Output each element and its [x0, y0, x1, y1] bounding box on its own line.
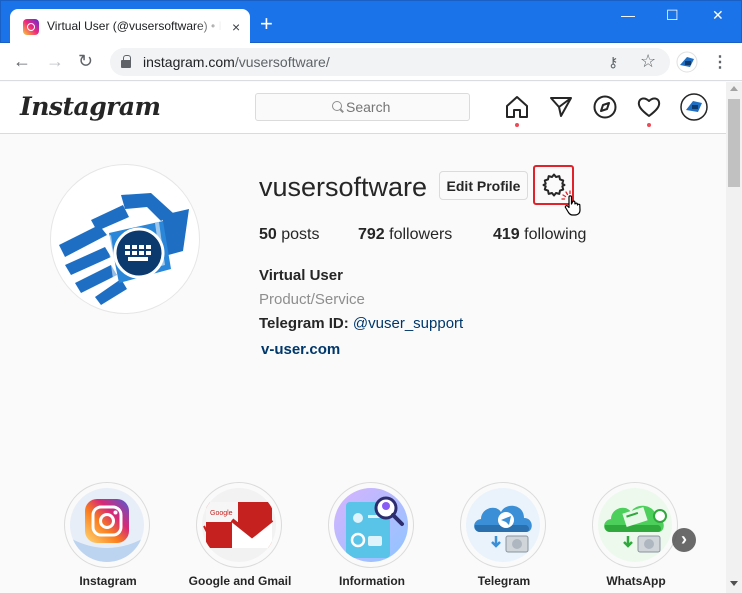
- instagram-logo-icon: [70, 488, 144, 562]
- highlight-label: Information: [339, 574, 405, 588]
- highlight-ring[interactable]: Google: [196, 482, 282, 568]
- scroll-up-arrow-icon[interactable]: [730, 86, 738, 91]
- new-tab-button[interactable]: +: [260, 13, 273, 35]
- pointer-hand-cursor-icon: [561, 190, 581, 216]
- key-icon[interactable]: ⚷: [608, 54, 618, 71]
- close-window-button[interactable]: ✕: [712, 7, 724, 23]
- browser-menu-icon[interactable]: ⋮: [712, 52, 728, 72]
- bookmark-star-icon[interactable]: ☆: [640, 51, 656, 72]
- activity-heart-icon[interactable]: [636, 94, 662, 120]
- instagram-favicon-icon: [23, 19, 39, 35]
- highlights-next-arrow-icon[interactable]: ›: [672, 528, 696, 552]
- address-bar[interactable]: instagram.com/vusersoftware/ ⚷ ☆: [110, 48, 670, 76]
- scroll-down-arrow-icon[interactable]: [730, 581, 738, 586]
- url-text[interactable]: instagram.com/vusersoftware/: [143, 54, 330, 70]
- search-box[interactable]: [255, 93, 470, 121]
- highlight-ring[interactable]: [64, 482, 150, 568]
- highlight-label: Instagram: [79, 574, 137, 588]
- bio-website-link[interactable]: v-user.com: [261, 341, 340, 358]
- search-icon: [332, 101, 342, 111]
- svg-text:Google: Google: [210, 510, 233, 517]
- highlight-ring[interactable]: [328, 482, 414, 568]
- tab-title: Virtual User (@vusersoftware) • Instagra…: [47, 19, 222, 33]
- back-button[interactable]: ←: [13, 51, 31, 71]
- page-scrollbar[interactable]: [726, 82, 742, 593]
- forward-button[interactable]: →: [46, 51, 64, 71]
- browser-titlebar: Virtual User (@vusersoftware) • Instagra…: [0, 0, 742, 44]
- edit-profile-button[interactable]: Edit Profile: [439, 171, 528, 200]
- gmail-icon: Google: [202, 488, 276, 562]
- home-notification-dot: [515, 123, 519, 127]
- profile-username: vusersoftware: [259, 172, 428, 202]
- vuser-robot-hand-logo: [59, 193, 189, 305]
- following-link[interactable]: 419 following: [493, 226, 586, 244]
- search-input[interactable]: [346, 99, 456, 115]
- lock-icon[interactable]: [121, 55, 131, 68]
- highlight-information[interactable]: Information: [312, 482, 432, 593]
- instagram-header: Instagram: [0, 82, 726, 134]
- explore-compass-icon[interactable]: [592, 94, 618, 120]
- maximize-button[interactable]: ☐: [666, 7, 679, 23]
- tab-close-icon[interactable]: ×: [232, 19, 240, 35]
- telegram-handle-link[interactable]: @vuser_support: [353, 315, 463, 332]
- bio-telegram: Telegram ID: @vuser_support: [259, 315, 464, 332]
- information-icon: [334, 488, 408, 562]
- highlight-telegram[interactable]: Telegram: [444, 482, 564, 593]
- activity-notification-dot: [647, 123, 651, 127]
- highlight-instagram[interactable]: Instagram: [48, 482, 168, 593]
- scrollbar-thumb[interactable]: [728, 99, 740, 187]
- highlight-label: Telegram: [477, 574, 531, 588]
- highlight-label: Google and Gmail: [188, 574, 292, 588]
- browser-tab[interactable]: Virtual User (@vusersoftware) • Instagra…: [10, 9, 250, 44]
- highlight-ring[interactable]: [460, 482, 546, 568]
- profile-avatar-icon[interactable]: [680, 93, 708, 121]
- extension-robot-icon[interactable]: [676, 51, 698, 73]
- browser-toolbar: ← → ↻ instagram.com/vusersoftware/ ⚷ ☆ ⋮: [0, 43, 742, 81]
- telegram-cloud-icon: [466, 488, 540, 562]
- highlight-google-gmail[interactable]: Google Google and Gmail: [180, 482, 300, 593]
- followers-link[interactable]: 792 followers: [358, 226, 452, 244]
- highlight-ring[interactable]: [592, 482, 678, 568]
- minimize-button[interactable]: —: [621, 7, 635, 23]
- posts-count: 50 posts: [259, 226, 320, 243]
- whatsapp-cloud-icon: [598, 488, 672, 562]
- direct-message-icon[interactable]: [548, 94, 574, 120]
- instagram-logo[interactable]: Instagram: [20, 92, 161, 121]
- home-icon[interactable]: [504, 94, 530, 120]
- bio-full-name: Virtual User: [259, 267, 343, 284]
- reload-button[interactable]: ↻: [78, 51, 93, 71]
- profile-picture[interactable]: [50, 164, 200, 314]
- bio-category: Product/Service: [259, 291, 365, 308]
- highlight-label: WhatsApp: [606, 574, 666, 588]
